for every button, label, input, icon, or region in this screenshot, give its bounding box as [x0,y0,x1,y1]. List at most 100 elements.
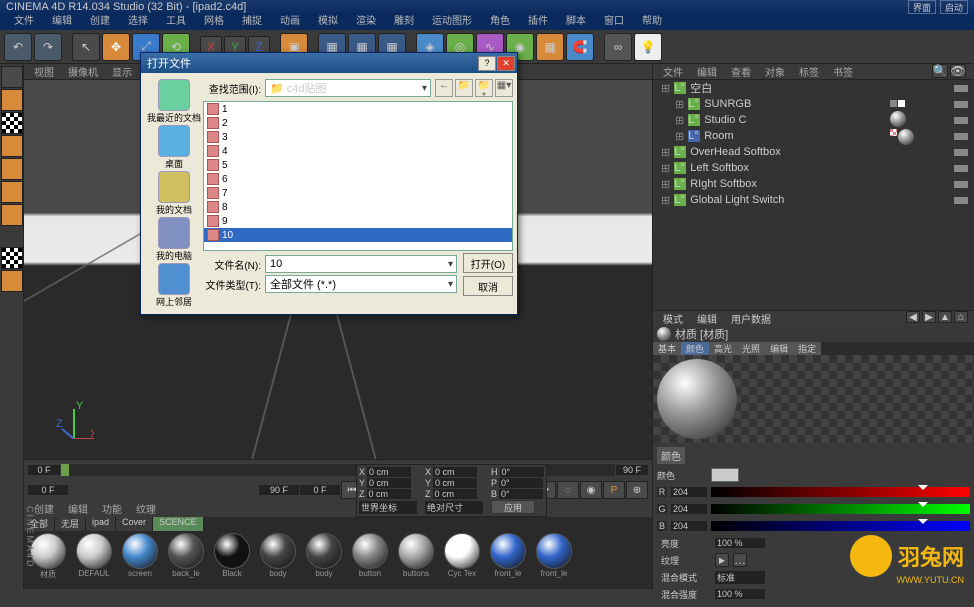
file-item[interactable]: 10 [204,228,512,242]
file-item[interactable]: 3 [204,130,512,144]
nav-home-button[interactable]: ⌂ [954,311,968,323]
om-view-menu[interactable]: 查看 [725,64,757,79]
om-object-menu[interactable]: 对象 [759,64,791,79]
layout-value[interactable]: 启动 [940,0,968,14]
back-button[interactable]: ← [435,79,453,97]
material-item[interactable]: body [256,533,300,587]
rgb-g-value[interactable]: 204 [671,504,707,514]
rgb-b-value[interactable]: 204 [671,521,707,531]
timeline-start[interactable]: 0 F [28,465,60,475]
frame-start-input[interactable]: 0 F [28,485,68,495]
rot-h[interactable]: 0° [500,467,544,477]
menu-mesh[interactable]: 网格 [196,14,232,30]
mat-texture-menu[interactable]: 纹理 [130,501,162,517]
mat-function-menu[interactable]: 功能 [96,501,128,517]
material-item[interactable]: DEFAUL [72,533,116,587]
filetype-combo[interactable]: 全部文件 (*.*) [265,275,457,293]
material-item[interactable]: Cyc Tex [440,533,484,587]
vp-camera-menu[interactable]: 摄像机 [62,64,104,79]
menu-character[interactable]: 角色 [482,14,518,30]
material-item[interactable]: front_le [486,533,530,587]
attr-mode-menu[interactable]: 模式 [657,311,689,326]
om-file-menu[interactable]: 文件 [657,64,689,79]
object-tree[interactable]: ⊞L°空白⊞L°SUNRGB⊞L°Studio C⊞L°Room⊞L°OverH… [653,80,974,310]
menu-tools[interactable]: 工具 [158,14,194,30]
tree-item[interactable]: ⊞L°RIght Softbox [653,176,974,192]
cancel-button[interactable]: 取消 [463,276,513,296]
camera-button[interactable]: ∞ [604,33,632,61]
material-item[interactable]: button [348,533,392,587]
nav-back-button[interactable]: ◀ [906,311,920,323]
attr-tab-illum[interactable]: 光照 [737,342,765,355]
attr-tab-color[interactable]: 颜色 [681,342,709,355]
dialog-close-button[interactable]: ✕ [497,56,515,71]
tree-item[interactable]: ⊞L°Left Softbox [653,160,974,176]
material-item[interactable]: front_le [532,533,576,587]
om-tags-menu[interactable]: 标签 [793,64,825,79]
timeline-end[interactable]: 90 F [616,465,648,475]
material-item[interactable]: body [302,533,346,587]
timeline[interactable]: 0 F 90 F [24,459,652,479]
om-bookmarks-menu[interactable]: 书签 [827,64,859,79]
file-item[interactable]: 5 [204,158,512,172]
key-param-button[interactable]: ⊕ [626,481,648,499]
coord-z[interactable]: 0 cm [367,489,411,499]
attr-tab-assign[interactable]: 指定 [793,342,821,355]
coord-x[interactable]: 0 cm [367,467,411,477]
file-item[interactable]: 4 [204,144,512,158]
rgb-g-slider[interactable] [711,504,970,514]
new-folder-button[interactable]: 📁* [475,79,493,97]
rgb-b-slider[interactable] [711,521,970,531]
material-item[interactable]: Black [210,533,254,587]
texture-browse-button[interactable]: … [733,553,747,567]
size-x[interactable]: 0 cm [433,467,477,477]
size-y[interactable]: 0 cm [433,478,477,488]
nav-fwd-button[interactable]: ▶ [922,311,936,323]
polygon-mode-button[interactable] [1,204,23,226]
places-item[interactable]: 我的文档 [147,171,201,216]
file-item[interactable]: 7 [204,186,512,200]
mat-tab-nolayer[interactable]: 无层 [55,517,86,531]
nav-up-button[interactable]: ▲ [938,311,952,323]
menu-create[interactable]: 创建 [82,14,118,30]
point-mode-button[interactable] [1,158,23,180]
axis-mode-button[interactable] [1,247,23,269]
menu-simulate[interactable]: 模拟 [310,14,346,30]
magnet-button[interactable]: 🧲 [566,33,594,61]
brightness-value[interactable]: 100 % [715,538,765,548]
size-mode-select[interactable]: 绝对尺寸 [425,501,483,514]
frame-end-input[interactable]: 90 F [259,485,299,495]
coord-space-select[interactable]: 世界坐标 [359,501,417,514]
tree-item[interactable]: ⊞L°OverHead Softbox [653,144,974,160]
menu-sculpt[interactable]: 雕刻 [386,14,422,30]
key-rot-button[interactable]: P [603,481,625,499]
redo-button[interactable]: ↷ [34,33,62,61]
dialog-help-button[interactable]: ? [478,56,496,71]
mat-tab-cover[interactable]: Cover [116,517,153,531]
material-item[interactable]: back_le [164,533,208,587]
mat-tab-ipad[interactable]: ipad [86,517,116,531]
attr-edit-menu[interactable]: 编辑 [691,311,723,326]
tree-item[interactable]: ⊞L°Studio C [653,112,974,128]
dialog-titlebar[interactable]: 打开文件 ? ✕ [141,53,517,73]
attr-tab-editor[interactable]: 编辑 [765,342,793,355]
array-button[interactable]: ▦ [536,33,564,61]
material-item[interactable]: screen [118,533,162,587]
snap-button[interactable] [1,270,23,292]
color-swatch[interactable] [711,468,739,482]
texture-mode-button[interactable] [1,112,23,134]
file-item[interactable]: 2 [204,116,512,130]
om-edit-menu[interactable]: 编辑 [691,64,723,79]
size-z[interactable]: 0 cm [433,489,477,499]
attr-userdata-menu[interactable]: 用户数据 [725,311,777,326]
file-item[interactable]: 8 [204,200,512,214]
select-tool[interactable]: ↖ [72,33,100,61]
places-item[interactable]: 我最近的文档 [147,79,201,124]
places-item[interactable]: 网上邻居 [147,263,201,308]
key-pos-button[interactable]: ◌ [557,481,579,499]
blend-strength-value[interactable]: 100 % [715,589,765,599]
blend-mode-value[interactable]: 标准 [715,571,765,584]
material-item[interactable]: buttons [394,533,438,587]
frame-current-input[interactable]: 0 F [300,485,340,495]
menu-render[interactable]: 渲染 [348,14,384,30]
